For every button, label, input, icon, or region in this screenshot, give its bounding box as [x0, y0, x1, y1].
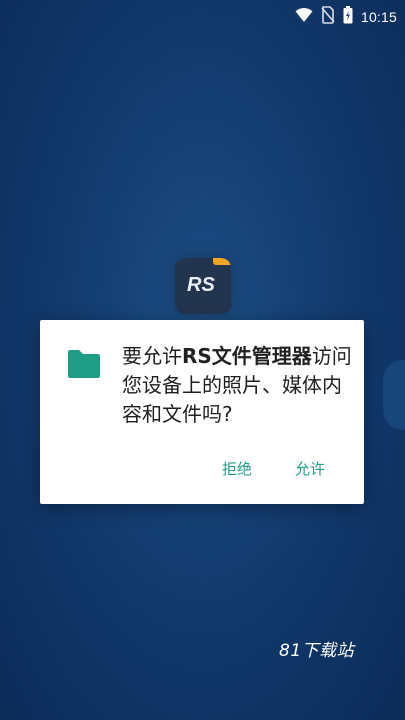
deny-button[interactable]: 拒绝 [222, 458, 252, 479]
battery-icon [343, 6, 353, 28]
status-icons: 10:15 [295, 6, 397, 28]
dialog-actions: 拒绝 允许 [40, 458, 364, 482]
message-prefix: 要允许 [122, 344, 182, 368]
rs-app-icon: RS [175, 258, 231, 314]
status-bar: 10:15 [0, 0, 405, 32]
clock: 10:15 [360, 9, 397, 25]
allow-button[interactable]: 允许 [295, 458, 325, 479]
permission-dialog: 要允许RS文件管理器访问您设备上的照片、媒体内容和文件吗? 拒绝 允许 [40, 320, 364, 504]
watermark: 81下载站 [279, 641, 355, 661]
app-name: RS文件管理器 [182, 344, 312, 368]
app-icon-label: RS [187, 274, 215, 296]
folder-icon [66, 348, 102, 380]
folder-tab [213, 258, 231, 265]
wifi-icon [295, 7, 313, 27]
no-sim-icon [321, 6, 335, 28]
background-shape [383, 360, 405, 430]
dialog-message: 要允许RS文件管理器访问您设备上的照片、媒体内容和文件吗? [122, 342, 352, 429]
